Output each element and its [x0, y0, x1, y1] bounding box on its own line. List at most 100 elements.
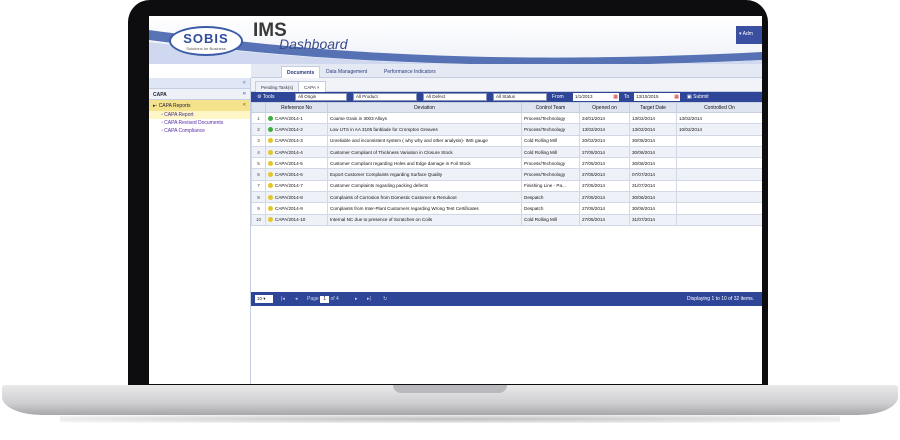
- user-label: Adm: [742, 31, 753, 37]
- deviation-cell-text: Low UTS in AA 3105 fanblade for Crompton…: [330, 126, 438, 132]
- opened-on-cell: 27/05/2014: [579, 213, 630, 226]
- control-team-cell-text: Process/Technology: [524, 172, 566, 178]
- tab-capa[interactable]: CAPA ×: [298, 81, 326, 92]
- control-team-cell: Cold Rolling Mill: [521, 134, 580, 147]
- reference-no-cell-text: CAPA/2014-10: [275, 217, 306, 223]
- table-row[interactable]: 5 CAPA/2014-5 Customer Compliant regarding…: [251, 157, 762, 170]
- tools-menu[interactable]: ⚙ Tools: [257, 93, 274, 101]
- column-header-target-date[interactable]: Target Date: [629, 102, 677, 113]
- defect-select[interactable]: All Defect: [423, 93, 487, 101]
- reference-no-cell: CAPA/2014-3: [265, 134, 328, 147]
- nav-tab-documents[interactable]: Documents: [281, 66, 321, 78]
- target-date-cell: 31/07/2014: [629, 179, 677, 193]
- table-row[interactable]: 2 CAPA/2014-2 Low UTS in AA 3105 fanblade …: [251, 123, 762, 136]
- deviation-cell: Export Customer Complaints regarding Sur…: [327, 168, 522, 181]
- opened-on-cell-text: 27/05/2014: [582, 160, 605, 166]
- sidebar-link-capa-revised-documents[interactable]: ▫ CAPA Revised Documents: [149, 119, 250, 127]
- reference-no-cell-text: CAPA/2014-9: [275, 206, 303, 212]
- reference-no-cell-text: CAPA/2014-8: [275, 194, 303, 200]
- sidebar-link-label: CAPA Compliance: [164, 128, 205, 134]
- row-number: 7: [251, 179, 266, 193]
- sidebar-link-capa-report[interactable]: ▫ CAPA Report: [149, 111, 250, 119]
- logo-main-text: SOBIS: [183, 31, 229, 46]
- last-page-icon[interactable]: ▸|: [367, 295, 371, 303]
- row-number-text: 9: [257, 206, 260, 212]
- submit-label: Submit: [693, 94, 709, 100]
- reference-no-cell: CAPA/2014-1: [265, 111, 328, 125]
- page-size-select[interactable]: 10 ▾: [255, 295, 273, 303]
- origin-select[interactable]: All Origin: [295, 93, 347, 101]
- table-row[interactable]: 1 CAPA/2014-1 Coarse Grain in 3003 Alloys P…: [251, 111, 762, 125]
- target-date-cell: 13/02/2014: [629, 111, 677, 125]
- column-header-deviation[interactable]: Deviation: [327, 102, 522, 113]
- deviation-cell: Customer Complaints regarding packing de…: [327, 179, 522, 193]
- reference-no-cell: CAPA/2014-9: [265, 202, 328, 215]
- control-team-cell: Finishing Line - Pa...: [521, 179, 580, 193]
- row-number-text: 5: [257, 160, 260, 166]
- table-row[interactable]: 10 CAPA/2014-10 Internal NC due to presenc…: [251, 213, 762, 226]
- column-header-opened-on[interactable]: Opened on: [579, 102, 630, 113]
- target-date-cell: 30/05/2014: [629, 134, 677, 147]
- from-label: From: [552, 94, 564, 100]
- first-page-icon[interactable]: |◂: [281, 295, 285, 303]
- deviation-cell-text: Complaints of Corrosion from Domestic Cu…: [330, 194, 457, 200]
- target-date-cell: 30/06/2014: [629, 202, 677, 215]
- next-page-icon[interactable]: ▸: [355, 295, 358, 303]
- row-number-text: 6: [257, 172, 260, 178]
- target-date-cell-text: 30/05/2014: [632, 138, 655, 144]
- reference-no-cell: CAPA/2014-2: [265, 123, 328, 136]
- column-header-controlled-on[interactable]: Controlled On: [676, 102, 762, 113]
- sidebar-category-capa-reports[interactable]: ▸▫ CAPA Reports «: [149, 100, 250, 111]
- opened-on-cell-text: 20/02/2014: [582, 138, 605, 144]
- control-team-cell-text: Despatch: [524, 206, 544, 212]
- sidebar-link-label: CAPA Revised Documents: [164, 120, 224, 126]
- reference-no-cell-text: CAPA/2014-6: [275, 172, 303, 178]
- column-header-reference-no[interactable]: Reference No: [265, 102, 328, 113]
- table-row[interactable]: 7 CAPA/2014-7 Customer Complaints regardin…: [251, 179, 762, 193]
- nav-tab-performance-indicators[interactable]: Performance Indicators: [379, 66, 441, 78]
- reference-no-cell-text: CAPA/2014-2: [275, 126, 303, 132]
- refresh-icon[interactable]: ↻: [383, 295, 387, 303]
- pagination-bar: 10 ▾ |◂ ◂ Page 1 of 4 ▸ ▸| ↻ Displaying …: [251, 292, 762, 306]
- tab-pending-tasks[interactable]: Pending Task(s): [255, 81, 300, 92]
- row-number-text: 2: [257, 126, 260, 132]
- prev-page-icon[interactable]: ◂: [295, 295, 298, 303]
- sidebar-section-capa[interactable]: CAPA »: [149, 89, 250, 100]
- controlled-on-cell: 13/02/2014: [676, 111, 762, 125]
- table-row[interactable]: 9 CAPA/2014-9 Complaints from Inter-Plant …: [251, 202, 762, 215]
- user-menu-button[interactable]: ▾ Adm: [736, 26, 762, 44]
- controlled-on-cell: [676, 145, 762, 159]
- target-date-cell-text: 13/02/2014: [632, 115, 655, 121]
- calendar-icon[interactable]: ▦: [674, 93, 679, 101]
- nav-tab-data-management[interactable]: Data Management: [321, 66, 372, 78]
- submit-button[interactable]: ▣ Submit: [687, 93, 709, 101]
- table-row[interactable]: 4 CAPA/2014-4 Customer Compliant of Thickn…: [251, 145, 762, 159]
- sidebar-link-capa-compliance[interactable]: ▫ CAPA Compliance: [149, 127, 250, 135]
- product-select[interactable]: All Product: [353, 93, 417, 101]
- laptop-notch: [393, 385, 507, 393]
- app-subtitle: Dashboard: [279, 36, 348, 52]
- table-row[interactable]: 8 CAPA/2014-8 Complaints of Corrosion from…: [251, 191, 762, 204]
- from-date-input[interactable]: 1/1/2013 ▦: [573, 93, 619, 101]
- row-number: 4: [251, 145, 266, 159]
- controlled-on-cell: 10/02/2014: [676, 123, 762, 136]
- reference-no-cell: CAPA/2014-5: [265, 157, 328, 170]
- target-date-cell: 13/02/2014: [629, 123, 677, 136]
- column-header-control-team[interactable]: Control Team: [521, 102, 580, 113]
- chevron-right-icon: »: [242, 91, 246, 97]
- table-row[interactable]: 3 CAPA/2014-3 Unreliable and inconsistent …: [251, 134, 762, 147]
- table-row[interactable]: 6 CAPA/2014-6 Export Customer Complaints r…: [251, 168, 762, 181]
- calendar-icon[interactable]: ▦: [613, 93, 618, 101]
- deviation-cell: Internal NC due to presence of Scratches…: [327, 213, 522, 226]
- controlled-on-cell: [676, 168, 762, 181]
- control-team-cell: Cold Rolling Mill: [521, 145, 580, 159]
- control-team-cell: Process/Technology: [521, 168, 580, 181]
- product-value: All Product: [356, 94, 378, 99]
- status-select[interactable]: All Status: [493, 93, 547, 101]
- column-header[interactable]: [251, 102, 266, 113]
- content-empty-area: [251, 306, 762, 384]
- page-number-input[interactable]: 1: [320, 296, 330, 303]
- sidebar-collapse-icon[interactable]: «: [243, 80, 246, 86]
- to-date-input[interactable]: 13/10/2015 ▦: [634, 93, 680, 101]
- row-number-text: 1: [257, 115, 260, 121]
